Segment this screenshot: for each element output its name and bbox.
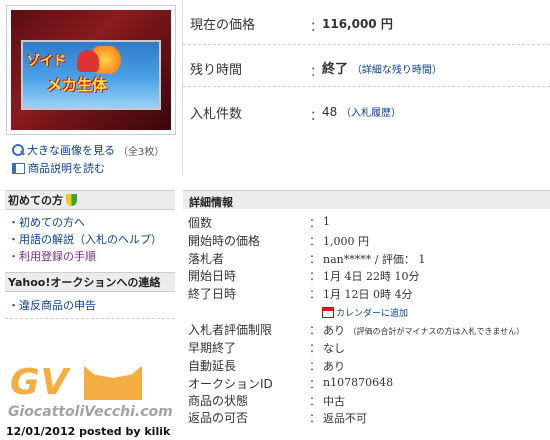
bid-history-link[interactable]: （入札履歴） [341, 108, 401, 119]
watermark-logo: GV [10, 362, 70, 403]
sidebar-item-label[interactable]: 初めての方へ [19, 216, 85, 229]
bid-count-number: 48 [322, 105, 338, 119]
colon: ： [309, 411, 322, 425]
detail-value-winner[interactable]: nan***** / 評価： 1 [323, 251, 425, 267]
view-large-count: （全3枚） [118, 146, 165, 158]
detail-value-returns: 返品不可 [323, 412, 367, 425]
colon: ： [309, 252, 322, 266]
watermark-site: GiocattoliVecchi.com [8, 404, 173, 420]
detail-label-winner: 落札者 [188, 252, 225, 266]
current-price-label: 現在の価格 [190, 18, 256, 33]
colon: ： [309, 359, 322, 373]
contact-header: Yahoo!オークションへの連絡 [5, 272, 175, 292]
detail-label-quantity: 個数 [188, 216, 213, 230]
time-left-value: 終了 （詳細な残り時間） [322, 58, 442, 77]
read-description-link[interactable]: 商品説明を読む [12, 160, 105, 176]
time-left-status: 終了 [322, 62, 349, 77]
current-price-value: 116,000 円 [322, 15, 393, 32]
sidebar-item-registration[interactable]: ・利用登録の手順 [8, 248, 96, 264]
time-detail-link[interactable]: （詳細な残り時間） [352, 65, 442, 76]
magnifier-icon [12, 144, 24, 156]
colon: ： [309, 269, 322, 283]
sidebar-divider [5, 318, 175, 319]
cartridge-title-main: メカ生体 [47, 76, 108, 94]
detail-value-quantity: 1 [323, 215, 330, 228]
time-left-label: 残り時間 [190, 63, 243, 78]
calendar-icon [322, 307, 334, 318]
restriction-value: あり [323, 324, 345, 337]
cartridge-title-top: ゾイド [27, 54, 67, 69]
colon: ： [309, 341, 322, 355]
detail-value-bidder-restriction: あり （評価の合計がマイナスの方は入札できません） [323, 322, 524, 338]
detail-value-start-time: 1月 4日 22時 10分 [323, 270, 420, 283]
bid-count-label: 入札件数 [190, 107, 243, 122]
first-time-title: 初めての方 [8, 194, 63, 207]
colon: ： [309, 394, 322, 408]
detail-label-start-time: 開始日時 [188, 269, 237, 283]
detail-value-end-time: 1月 12日 0時 4分 [323, 288, 413, 301]
restriction-note: （評価の合計がマイナスの方は入札できません） [348, 327, 525, 336]
sidebar-item-label[interactable]: 用語の解説（入札のヘルプ） [19, 233, 162, 246]
watermark-mask-icon [84, 366, 142, 400]
detail-value-auto-extend: あり [323, 360, 345, 373]
colon: ： [309, 287, 322, 301]
colon: ： [309, 234, 322, 248]
sidebar-item-label[interactable]: 違反商品の申告 [19, 299, 96, 312]
summary-divider [183, 44, 550, 45]
detail-label-early-end: 早期終了 [188, 341, 237, 355]
detail-value-auction-id: n107870648 [323, 376, 394, 389]
detail-label-end-time: 終了日時 [188, 287, 237, 301]
summary-divider [183, 86, 550, 87]
detail-label-auto-extend: 自動延長 [188, 359, 237, 373]
details-header: 詳細情報 [183, 190, 550, 209]
detail-value-condition: 中古 [323, 395, 345, 408]
sidebar-item-glossary[interactable]: ・用語の解説（入札のヘルプ） [8, 231, 162, 247]
product-image-frame[interactable]: ゾイド メカ生体 [6, 5, 176, 135]
colon: ： [309, 216, 322, 230]
add-to-calendar-link[interactable]: カレンダーに追加 [322, 306, 408, 319]
price-amount: 116,000 円 [322, 17, 393, 31]
product-image[interactable]: ゾイド メカ生体 [11, 10, 171, 130]
detail-value-start-price: 1,000 円 [323, 235, 369, 248]
colon: ： [309, 323, 322, 337]
detail-label-auction-id: オークションID [188, 377, 273, 391]
beginner-mark-icon [66, 194, 77, 206]
detail-label-returns: 返品の可否 [188, 411, 249, 425]
sidebar-item-first-time[interactable]: ・初めての方へ [8, 214, 85, 230]
colon: ： [309, 377, 322, 391]
book-icon [12, 162, 25, 174]
cartridge-art-robot [77, 50, 99, 72]
detail-label-condition: 商品の状態 [188, 394, 249, 408]
bid-count-value: 48 （入札履歴） [322, 104, 401, 119]
sidebar-item-report-violation[interactable]: ・違反商品の申告 [8, 297, 96, 313]
view-large-label[interactable]: 大きな画像を見る [27, 142, 115, 158]
detail-value-early-end: なし [323, 342, 345, 355]
detail-label-start-price: 開始時の価格 [188, 234, 261, 248]
contact-title: Yahoo!オークションへの連絡 [8, 276, 161, 289]
first-time-header: 初めての方 [5, 190, 175, 210]
sidebar-item-label[interactable]: 利用登録の手順 [19, 250, 96, 263]
add-to-calendar-label[interactable]: カレンダーに追加 [336, 306, 408, 319]
read-description-label[interactable]: 商品説明を読む [28, 160, 105, 176]
detail-label-bidder-restriction: 入札者評価制限 [188, 323, 273, 337]
watermark-posted-by: 12/01/2012 posted by kilik [6, 425, 171, 438]
view-large-images-link[interactable]: 大きな画像を見る （全3枚） [12, 142, 164, 158]
column-divider [182, 0, 183, 175]
